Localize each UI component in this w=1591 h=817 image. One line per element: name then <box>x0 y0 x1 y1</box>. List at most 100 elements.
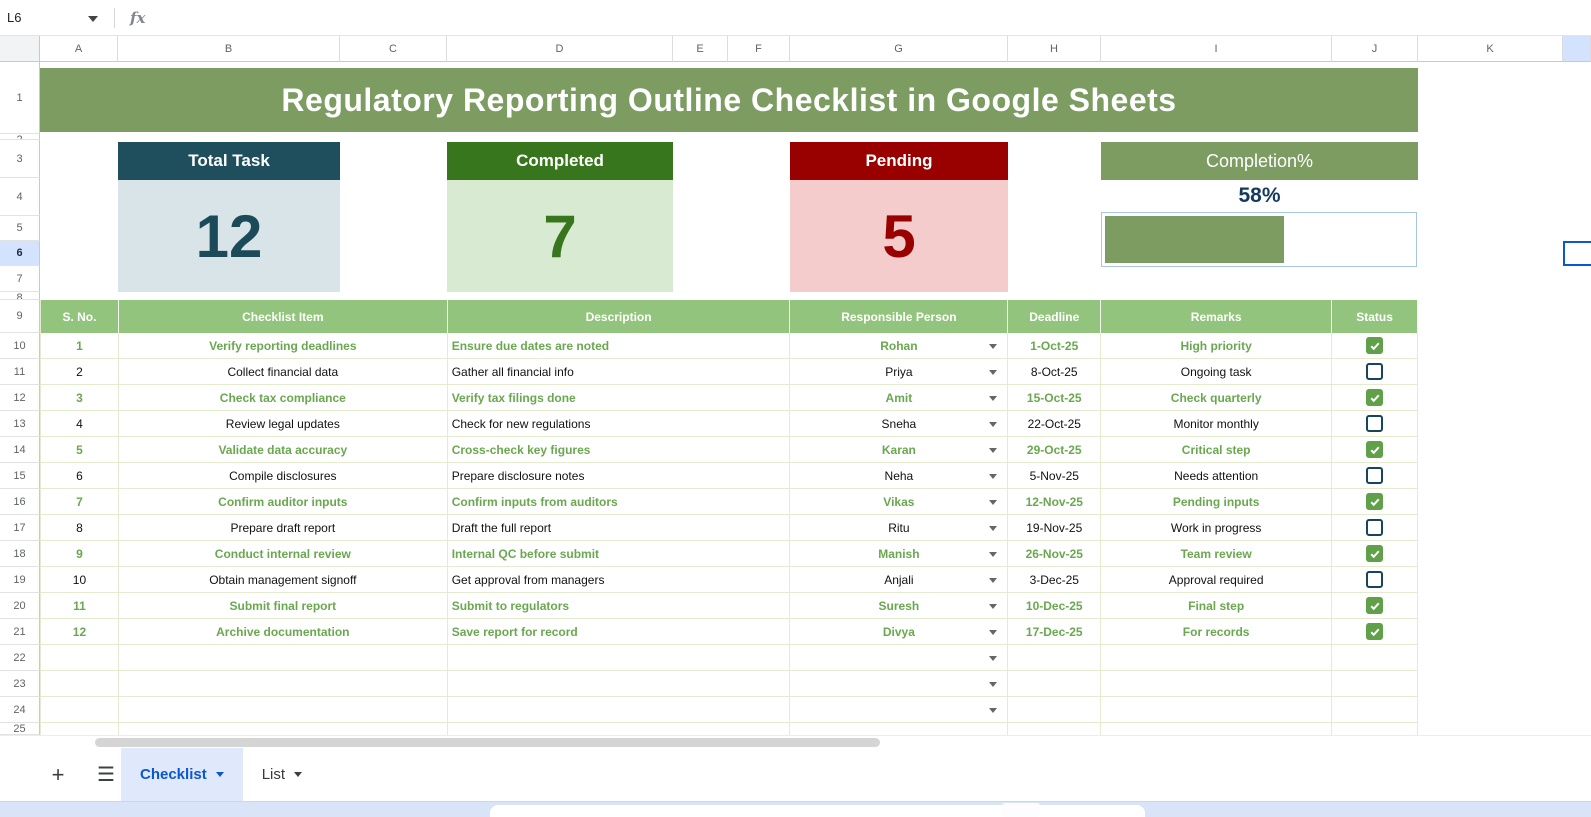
deadline-cell[interactable]: 10-Dec-25 <box>1008 593 1101 618</box>
completion-progress-bar[interactable] <box>1101 212 1417 267</box>
empty-cell[interactable] <box>41 697 119 722</box>
responsible-person-cell[interactable]: Manish <box>790 541 1008 566</box>
row-header-15[interactable]: 15 <box>0 463 40 489</box>
status-cell[interactable] <box>1332 333 1418 358</box>
responsible-person-cell[interactable]: Priya <box>790 359 1008 384</box>
title-banner[interactable]: Regulatory Reporting Outline Checklist i… <box>40 68 1418 132</box>
sno-cell[interactable]: 3 <box>41 385 119 410</box>
empty-cell[interactable] <box>1332 671 1418 696</box>
table-header-checklist-item[interactable]: Checklist Item <box>119 300 448 333</box>
column-header-B[interactable]: B <box>118 36 340 62</box>
checklist-item-cell[interactable]: Conduct internal review <box>119 541 448 566</box>
description-cell[interactable]: Prepare disclosure notes <box>448 463 791 488</box>
empty-cell[interactable] <box>41 645 119 670</box>
person-dropdown-icon[interactable] <box>989 526 997 531</box>
description-cell[interactable]: Save report for record <box>448 619 791 644</box>
column-header-C[interactable]: C <box>340 36 447 62</box>
column-header-D[interactable]: D <box>447 36 673 62</box>
checklist-item-cell[interactable]: Review legal updates <box>119 411 448 436</box>
empty-cell[interactable] <box>1332 697 1418 722</box>
empty-cell[interactable] <box>1101 697 1332 722</box>
responsible-person-cell[interactable]: Karan <box>790 437 1008 462</box>
remarks-cell[interactable]: Pending inputs <box>1101 489 1332 514</box>
sno-cell[interactable]: 1 <box>41 333 119 358</box>
remarks-cell[interactable]: Approval required <box>1101 567 1332 592</box>
column-header-J[interactable]: J <box>1332 36 1418 62</box>
checklist-item-cell[interactable]: Check tax compliance <box>119 385 448 410</box>
row-header-23[interactable]: 23 <box>0 671 40 697</box>
deadline-cell[interactable]: 26-Nov-25 <box>1008 541 1101 566</box>
empty-cell[interactable] <box>448 697 791 722</box>
row-header-12[interactable]: 12 <box>0 385 40 411</box>
empty-cell[interactable] <box>119 671 448 696</box>
status-cell[interactable] <box>1332 619 1418 644</box>
name-box[interactable]: L6 <box>0 0 112 35</box>
deadline-cell[interactable]: 1-Oct-25 <box>1008 333 1101 358</box>
person-dropdown-icon[interactable] <box>989 604 997 609</box>
row-header-4[interactable]: 4 <box>0 178 40 216</box>
status-checkbox-unchecked[interactable] <box>1366 519 1383 536</box>
description-cell[interactable]: Submit to regulators <box>448 593 791 618</box>
status-checkbox-checked[interactable] <box>1366 623 1383 640</box>
person-dropdown-icon[interactable] <box>989 422 997 427</box>
empty-cell[interactable] <box>790 671 1008 696</box>
deadline-cell[interactable]: 8-Oct-25 <box>1008 359 1101 384</box>
checklist-item-cell[interactable]: Submit final report <box>119 593 448 618</box>
empty-cell[interactable] <box>41 723 119 735</box>
column-header-E[interactable]: E <box>673 36 728 62</box>
row-header-11[interactable]: 11 <box>0 359 40 385</box>
row-header-8[interactable]: 8 <box>0 292 40 300</box>
pending-card[interactable]: Pending 5 <box>790 142 1008 292</box>
empty-cell[interactable] <box>1101 723 1332 735</box>
sno-cell[interactable]: 5 <box>41 437 119 462</box>
column-header-L[interactable]: L <box>1563 36 1591 62</box>
horizontal-scrollbar-thumb[interactable] <box>95 738 880 747</box>
row-header-25[interactable]: 25 <box>0 723 40 735</box>
name-box-dropdown-icon[interactable] <box>88 16 98 22</box>
checklist-item-cell[interactable]: Prepare draft report <box>119 515 448 540</box>
empty-cell[interactable] <box>1008 671 1101 696</box>
status-cell[interactable] <box>1332 411 1418 436</box>
description-cell[interactable]: Internal QC before submit <box>448 541 791 566</box>
person-dropdown-icon[interactable] <box>989 656 997 661</box>
description-cell[interactable]: Get approval from managers <box>448 567 791 592</box>
responsible-person-cell[interactable]: Sneha <box>790 411 1008 436</box>
row-header-7[interactable]: 7 <box>0 266 40 292</box>
row-header-3[interactable]: 3 <box>0 140 40 178</box>
status-checkbox-checked[interactable] <box>1366 337 1383 354</box>
column-header-K[interactable]: K <box>1418 36 1563 62</box>
status-checkbox-unchecked[interactable] <box>1366 415 1383 432</box>
column-header-A[interactable]: A <box>40 36 118 62</box>
column-header-G[interactable]: G <box>790 36 1008 62</box>
select-all-corner[interactable] <box>0 36 40 62</box>
empty-cell[interactable] <box>1332 723 1418 735</box>
person-dropdown-icon[interactable] <box>989 682 997 687</box>
responsible-person-cell[interactable]: Vikas <box>790 489 1008 514</box>
empty-cell[interactable] <box>790 645 1008 670</box>
deadline-cell[interactable]: 19-Nov-25 <box>1008 515 1101 540</box>
empty-cell[interactable] <box>1008 697 1101 722</box>
row-header-18[interactable]: 18 <box>0 541 40 567</box>
table-header-status[interactable]: Status <box>1332 300 1418 333</box>
sno-cell[interactable]: 4 <box>41 411 119 436</box>
deadline-cell[interactable]: 12-Nov-25 <box>1008 489 1101 514</box>
person-dropdown-icon[interactable] <box>989 708 997 713</box>
status-checkbox-unchecked[interactable] <box>1366 467 1383 484</box>
person-dropdown-icon[interactable] <box>989 396 997 401</box>
checklist-item-cell[interactable]: Verify reporting deadlines <box>119 333 448 358</box>
row-header-5[interactable]: 5 <box>0 216 40 241</box>
description-cell[interactable]: Ensure due dates are noted <box>448 333 791 358</box>
checklist-item-cell[interactable]: Collect financial data <box>119 359 448 384</box>
row-header-14[interactable]: 14 <box>0 437 40 463</box>
all-sheets-menu-icon[interactable]: ☰ <box>91 760 121 790</box>
sheet-tab-checklist[interactable]: Checklist <box>121 748 243 801</box>
deadline-cell[interactable]: 17-Dec-25 <box>1008 619 1101 644</box>
status-checkbox-checked[interactable] <box>1366 493 1383 510</box>
status-cell[interactable] <box>1332 359 1418 384</box>
responsible-person-cell[interactable]: Divya <box>790 619 1008 644</box>
responsible-person-cell[interactable]: Neha <box>790 463 1008 488</box>
status-checkbox-unchecked[interactable] <box>1366 571 1383 588</box>
remarks-cell[interactable]: Critical step <box>1101 437 1332 462</box>
empty-cell[interactable] <box>119 697 448 722</box>
remarks-cell[interactable]: For records <box>1101 619 1332 644</box>
